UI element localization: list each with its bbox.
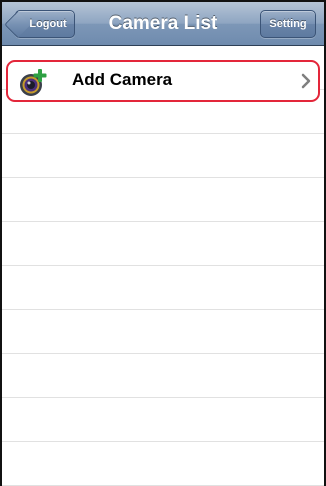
logout-button[interactable]: Logout	[15, 10, 75, 38]
chevron-right-icon	[301, 73, 311, 89]
add-camera-label: Add Camera	[72, 70, 173, 89]
app-screen: Logout Camera List Setting Add Camera	[0, 0, 326, 486]
list-row	[2, 310, 324, 354]
camera-plus-icon	[20, 69, 47, 96]
navigation-bar: Logout Camera List Setting	[2, 2, 324, 46]
list-row	[2, 222, 324, 266]
camera-list	[2, 46, 324, 486]
add-camera-row[interactable]: Add Camera	[6, 60, 320, 102]
list-row	[2, 134, 324, 178]
logout-button-label: Logout	[29, 18, 67, 30]
list-row	[2, 354, 324, 398]
list-row	[2, 266, 324, 310]
setting-button[interactable]: Setting	[260, 10, 316, 38]
list-row	[2, 398, 324, 442]
list-row	[2, 178, 324, 222]
list-row	[2, 442, 324, 486]
